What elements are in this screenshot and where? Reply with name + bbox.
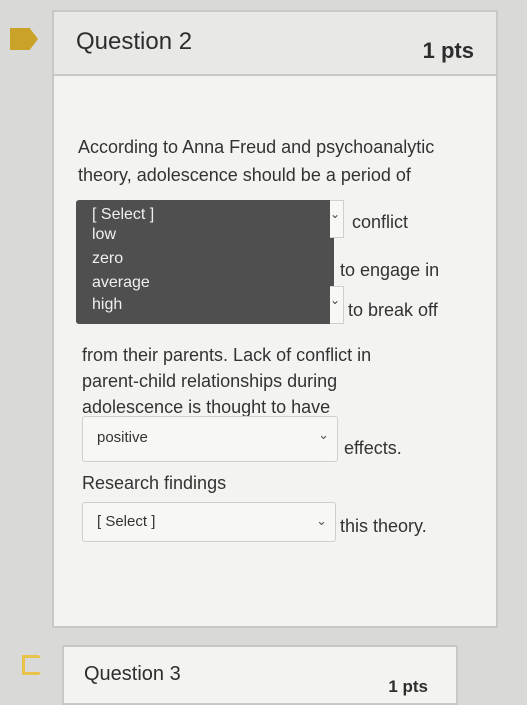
- chevron-down-icon: ⌄: [318, 427, 329, 442]
- blank1-trailing-text: conflict: [352, 212, 409, 232]
- question-title: Question 2: [76, 28, 193, 55]
- question-text-line1: According to Anna Freud and psychoanalyt…: [78, 137, 435, 157]
- question3-points: 1 pts: [388, 677, 428, 696]
- question-card: Question 2 1 pts According to Anna Freud…: [52, 10, 498, 628]
- dropdown-option[interactable]: [ Select ]: [92, 206, 154, 224]
- paragraph-line2: parent-child relationships during: [82, 371, 338, 391]
- blank1-select[interactable]: ⌄: [330, 200, 344, 238]
- dropdown-option[interactable]: high: [92, 296, 122, 314]
- dropdown-option[interactable]: low: [92, 226, 116, 244]
- blank5-trailing-text: this theory.: [340, 516, 427, 536]
- dropdown-option[interactable]: average: [92, 274, 150, 292]
- question3-card: Question 3 1 pts: [62, 645, 458, 705]
- chevron-down-icon: ⌄: [330, 293, 341, 307]
- research-label: Research findings: [82, 473, 227, 493]
- flag-icon[interactable]: [22, 655, 46, 675]
- question-points: 1 pts: [422, 38, 474, 63]
- blank3-trailing-text: to break off: [348, 300, 438, 320]
- research-select[interactable]: [ Select ] ⌄: [82, 502, 336, 542]
- chevron-down-icon: ⌄: [330, 207, 341, 221]
- question-header: Question 2 1 pts: [54, 12, 496, 76]
- question-text-line2: theory, adolescence should be a period o…: [78, 165, 411, 185]
- dropdown-option[interactable]: zero: [92, 250, 123, 268]
- blank4-trailing-text: effects.: [344, 438, 402, 458]
- blank2-trailing-text: to engage in: [340, 260, 440, 280]
- question3-title: Question 3: [84, 663, 181, 685]
- flag-icon[interactable]: [10, 28, 38, 50]
- paragraph-line1: from their parents. Lack of conflict in: [82, 345, 372, 365]
- chevron-down-icon: ⌄: [316, 513, 327, 528]
- checkmark-icon: ✓: [64, 207, 77, 224]
- effects-select-value: positive: [97, 429, 148, 446]
- research-select-value: [ Select ]: [97, 513, 156, 530]
- effects-select[interactable]: positive ⌄: [82, 416, 338, 462]
- conflict-level-dropdown-menu[interactable]: ✓ [ Select ] low zero average high: [64, 200, 334, 324]
- blank3-select[interactable]: ⌄: [330, 286, 344, 324]
